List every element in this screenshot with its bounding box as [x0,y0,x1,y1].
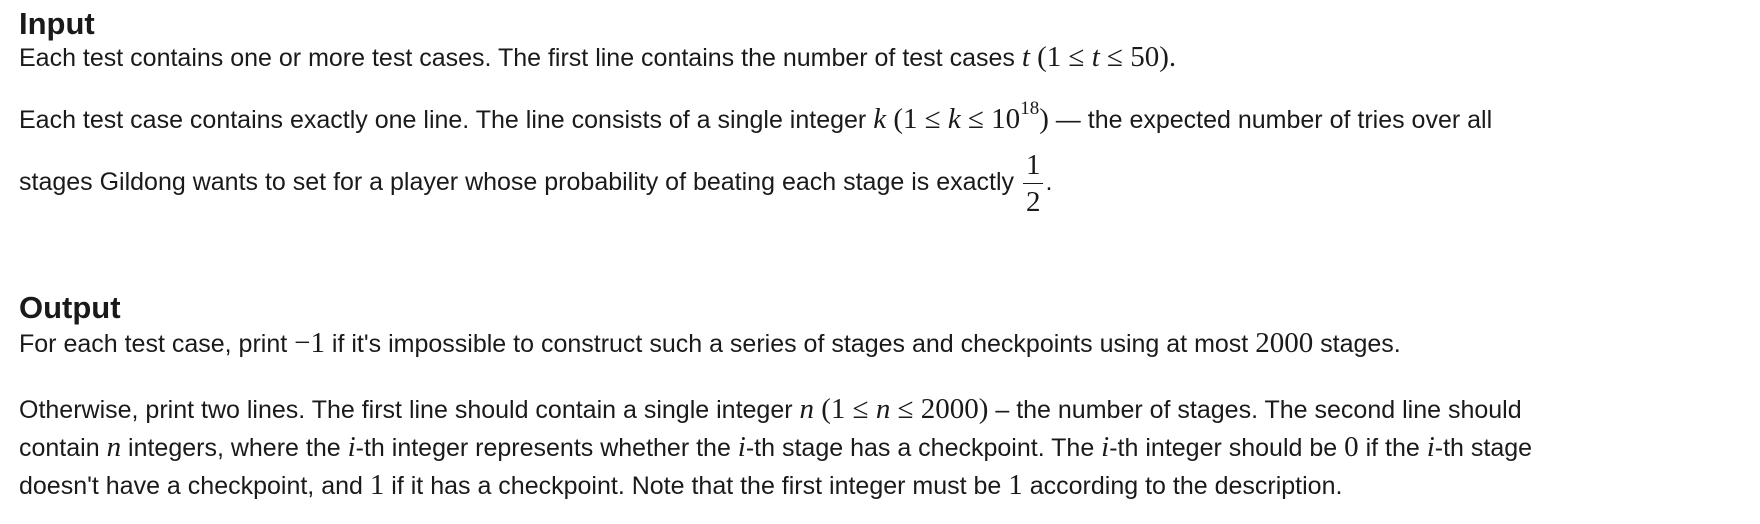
input-paragraph-2-line-1: Each test case contains exactly one line… [19,98,1493,139]
text: Each test contains one or more test case… [19,44,1022,72]
range-open: (1 ≤ [1029,41,1092,73]
text: -th stage [1434,434,1533,462]
number-2000: 2000 [1255,327,1314,359]
text: — the expected number of tries over all [1048,106,1493,134]
range-close: ≤ 2000) [890,393,989,425]
input-paragraph-1: Each test contains one or more test case… [19,38,1176,77]
var-k: k [947,103,961,135]
var-i: i [1426,431,1435,463]
number-one: 1 [369,469,385,501]
output-heading: Output [19,290,121,325]
input-heading: Input [19,6,95,41]
text: -th integer should be [1109,434,1345,462]
text: stages Gildong wants to set for a player… [19,168,1021,196]
input-paragraph-2-line-2: stages Gildong wants to set for a player… [19,144,1052,220]
range-close: ) [1039,103,1049,135]
output-paragraph-2-line-1: Otherwise, print two lines. The first li… [19,390,1522,429]
range-open: (1 ≤ [814,393,876,425]
text: stages. [1313,330,1401,358]
text: doesn't have a checkpoint, and [19,472,370,500]
var-t: t [1091,41,1100,73]
var-n: n [106,431,122,463]
text: Each test case contains exactly one line… [19,106,874,134]
range-mid: ≤ 10 [960,103,1021,135]
output-paragraph-2-line-3: doesn't have a checkpoint, and 1 if it h… [19,466,1342,505]
range-open: (1 ≤ [886,103,948,135]
fraction-one-half: 12 [1022,148,1044,218]
var-k: k [873,103,887,135]
fraction-denominator: 2 [1025,185,1041,218]
text: if it has a checkpoint. Note that the fi… [384,472,1009,500]
text: if the [1358,434,1427,462]
output-paragraph-1: For each test case, print −1 if it's imp… [19,324,1401,363]
text: if it's impossible to construct such a s… [324,330,1256,358]
text: . [1045,168,1053,196]
var-n: n [799,393,815,425]
text: according to the description. [1022,472,1343,500]
exponent: 18 [1020,98,1040,119]
range-close: ≤ 50). [1099,41,1177,73]
var-t: t [1021,41,1030,73]
text: integers, where the [121,434,348,462]
number-one: 1 [1008,469,1023,501]
text: – the number of stages. The second line … [988,396,1522,424]
var-i: i [347,431,356,463]
output-paragraph-2-line-2: contain n integers, where the i-th integ… [19,428,1532,467]
text: -th stage has a checkpoint. The [745,434,1102,462]
number-zero: 0 [1344,431,1359,463]
var-i: i [737,431,746,463]
text: -th integer represents whether the [355,434,738,462]
var-n: n [875,393,891,425]
text: For each test case, print [19,330,295,358]
neg-one: −1 [294,327,325,359]
fraction-numerator: 1 [1025,148,1041,181]
fraction-bar [1022,182,1044,184]
text: Otherwise, print two lines. The first li… [19,396,800,424]
text: contain [19,434,107,462]
